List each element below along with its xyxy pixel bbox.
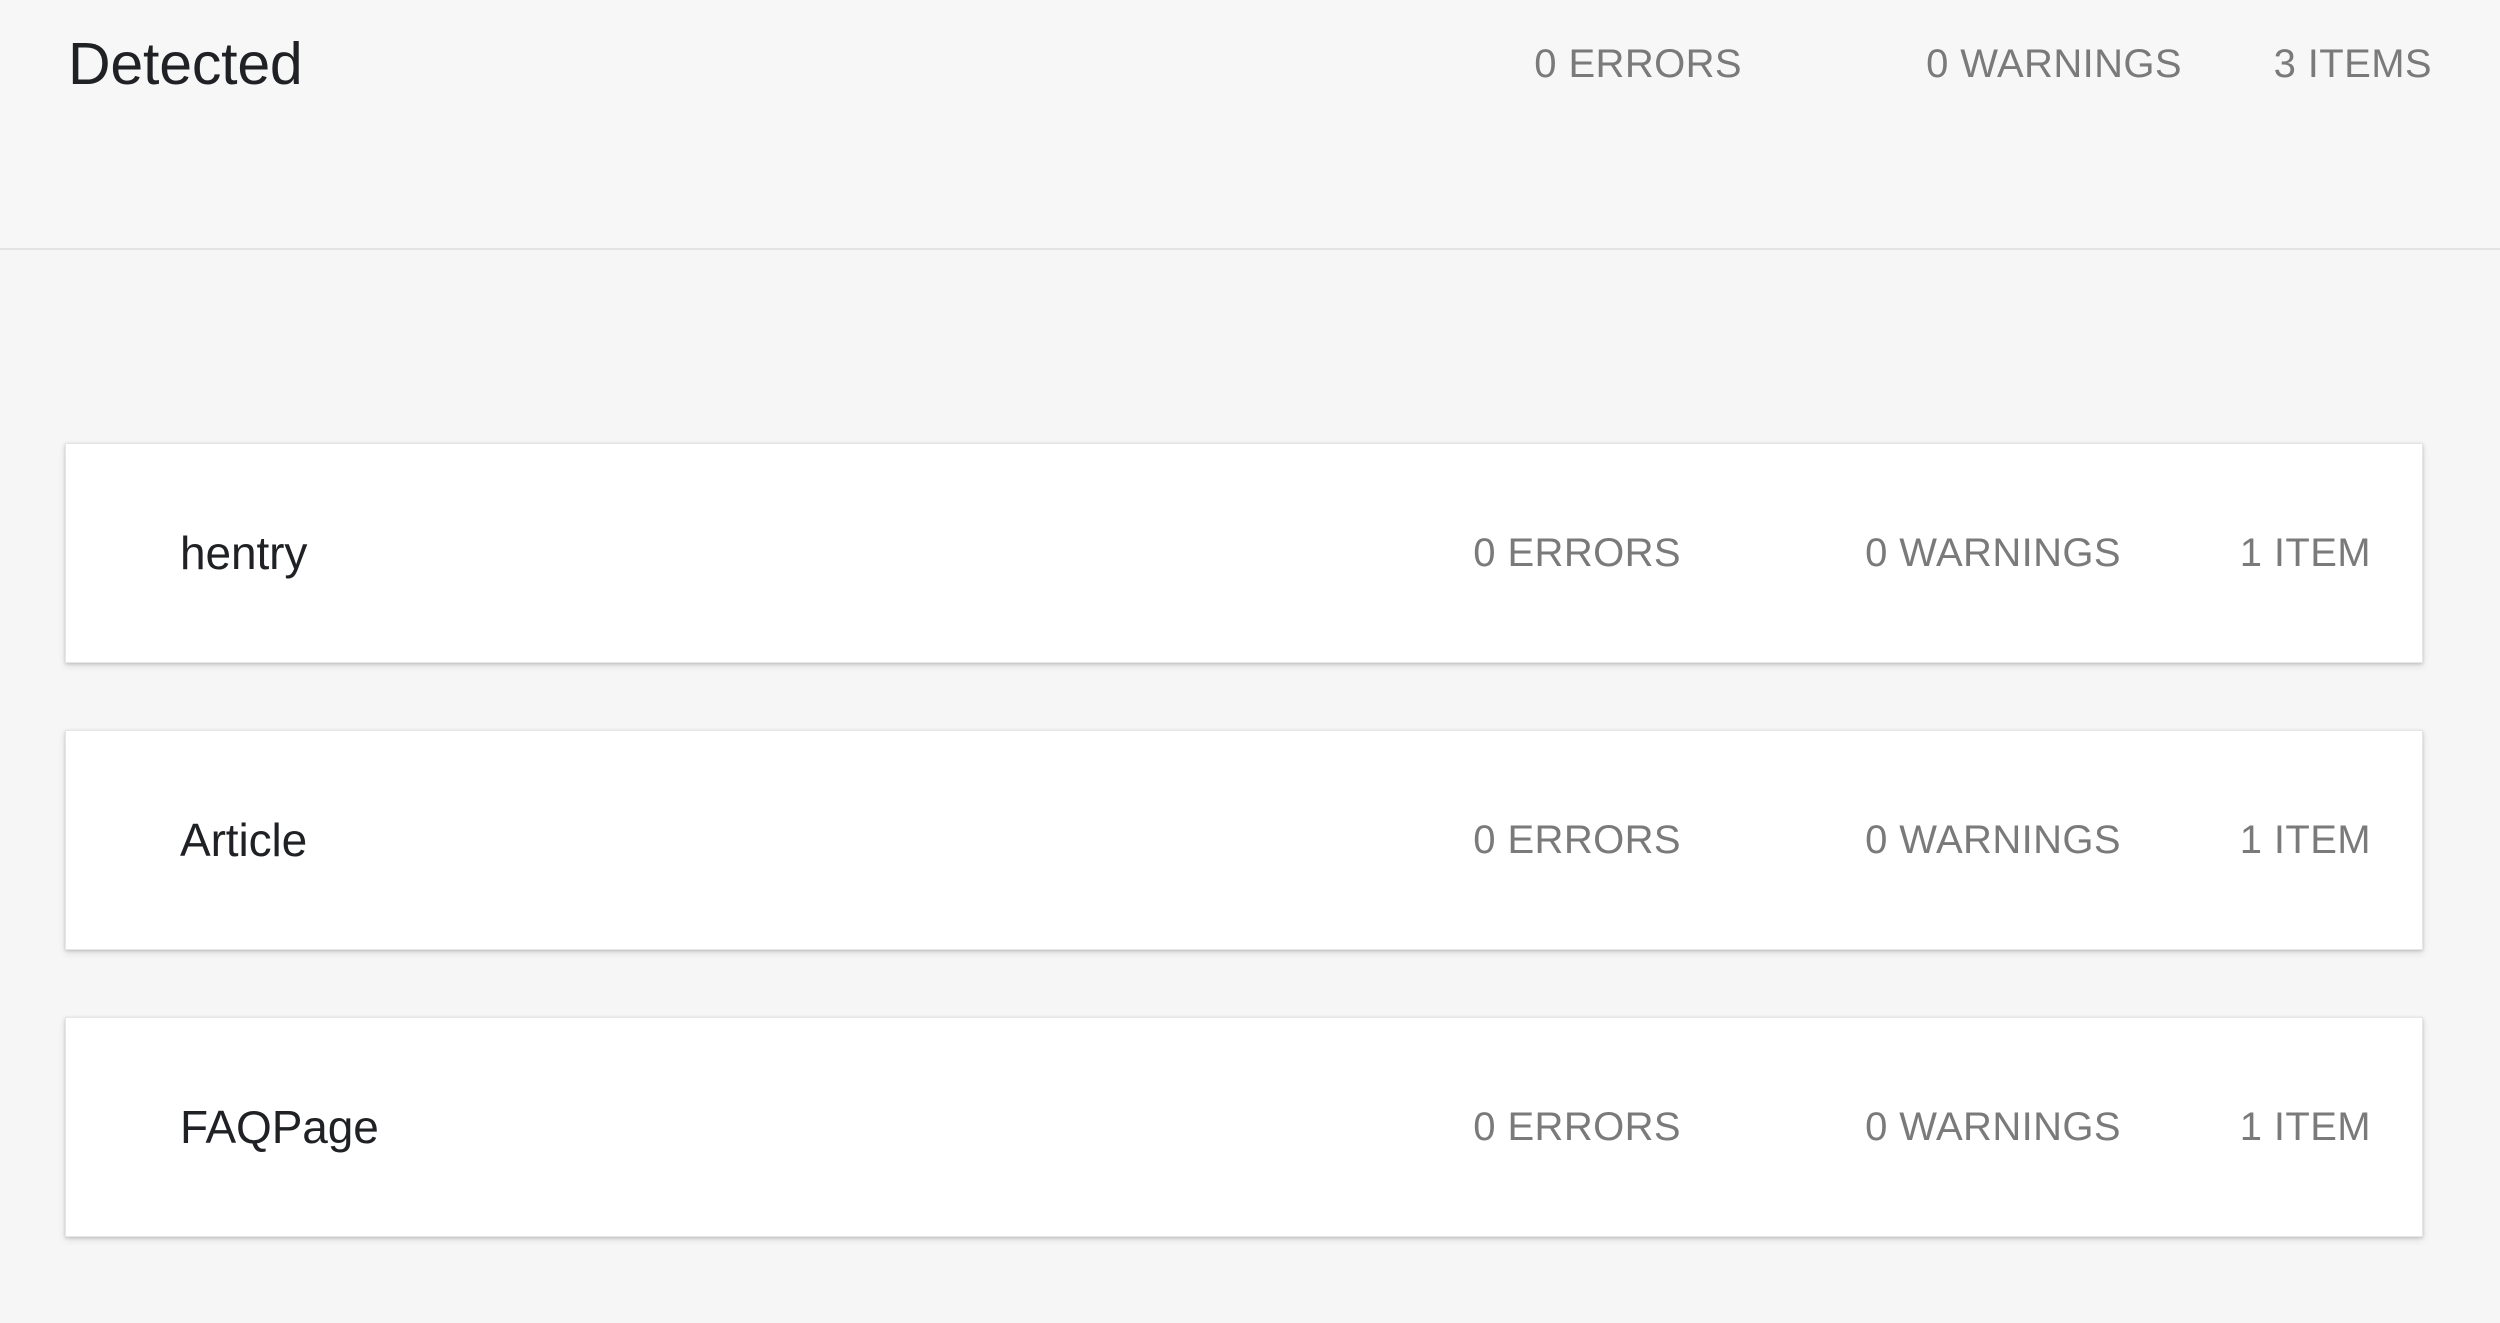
detected-item-items-count: 1 ITEM — [2239, 818, 2371, 862]
detected-item-warnings-count: 0 WARNINGS — [1865, 1105, 2121, 1149]
detected-item-card[interactable]: FAQPage 0 ERRORS 0 WARNINGS 1 ITEM — [65, 1017, 2423, 1237]
header-errors-count: 0 ERRORS — [1534, 42, 1742, 86]
detected-item-warnings-count: 0 WARNINGS — [1865, 818, 2121, 862]
detected-item-label: hentry — [180, 527, 308, 579]
detected-item-stats: 0 ERRORS 0 WARNINGS 1 ITEM — [1341, 527, 2371, 579]
detected-item-card[interactable]: hentry 0 ERRORS 0 WARNINGS 1 ITEM — [65, 443, 2423, 663]
page-title: Detected — [68, 31, 303, 97]
detected-items-list: hentry 0 ERRORS 0 WARNINGS 1 ITEM Articl… — [0, 250, 2500, 1323]
detected-item-errors-count: 0 ERRORS — [1473, 531, 1681, 575]
detected-item-label: FAQPage — [180, 1101, 379, 1153]
detected-structured-data-panel: Detected 0 ERRORS 0 WARNINGS 3 ITEMS hen… — [0, 0, 2500, 1323]
detected-item-errors-count: 0 ERRORS — [1473, 1105, 1681, 1149]
detected-item-warnings-count: 0 WARNINGS — [1865, 531, 2121, 575]
header-items-count: 3 ITEMS — [2273, 42, 2432, 86]
detected-item-stats: 0 ERRORS 0 WARNINGS 1 ITEM — [1341, 1101, 2371, 1153]
detected-item-label: Article — [180, 814, 308, 866]
panel-header: Detected 0 ERRORS 0 WARNINGS 3 ITEMS — [0, 0, 2500, 250]
detected-item-errors-count: 0 ERRORS — [1473, 818, 1681, 862]
detected-item-items-count: 1 ITEM — [2239, 1105, 2371, 1149]
detected-item-stats: 0 ERRORS 0 WARNINGS 1 ITEM — [1341, 814, 2371, 866]
detected-item-card[interactable]: Article 0 ERRORS 0 WARNINGS 1 ITEM — [65, 730, 2423, 950]
detected-item-items-count: 1 ITEM — [2239, 531, 2371, 575]
header-warnings-count: 0 WARNINGS — [1926, 42, 2182, 86]
header-summary-stats: 0 ERRORS 0 WARNINGS 3 ITEMS — [1402, 38, 2432, 90]
